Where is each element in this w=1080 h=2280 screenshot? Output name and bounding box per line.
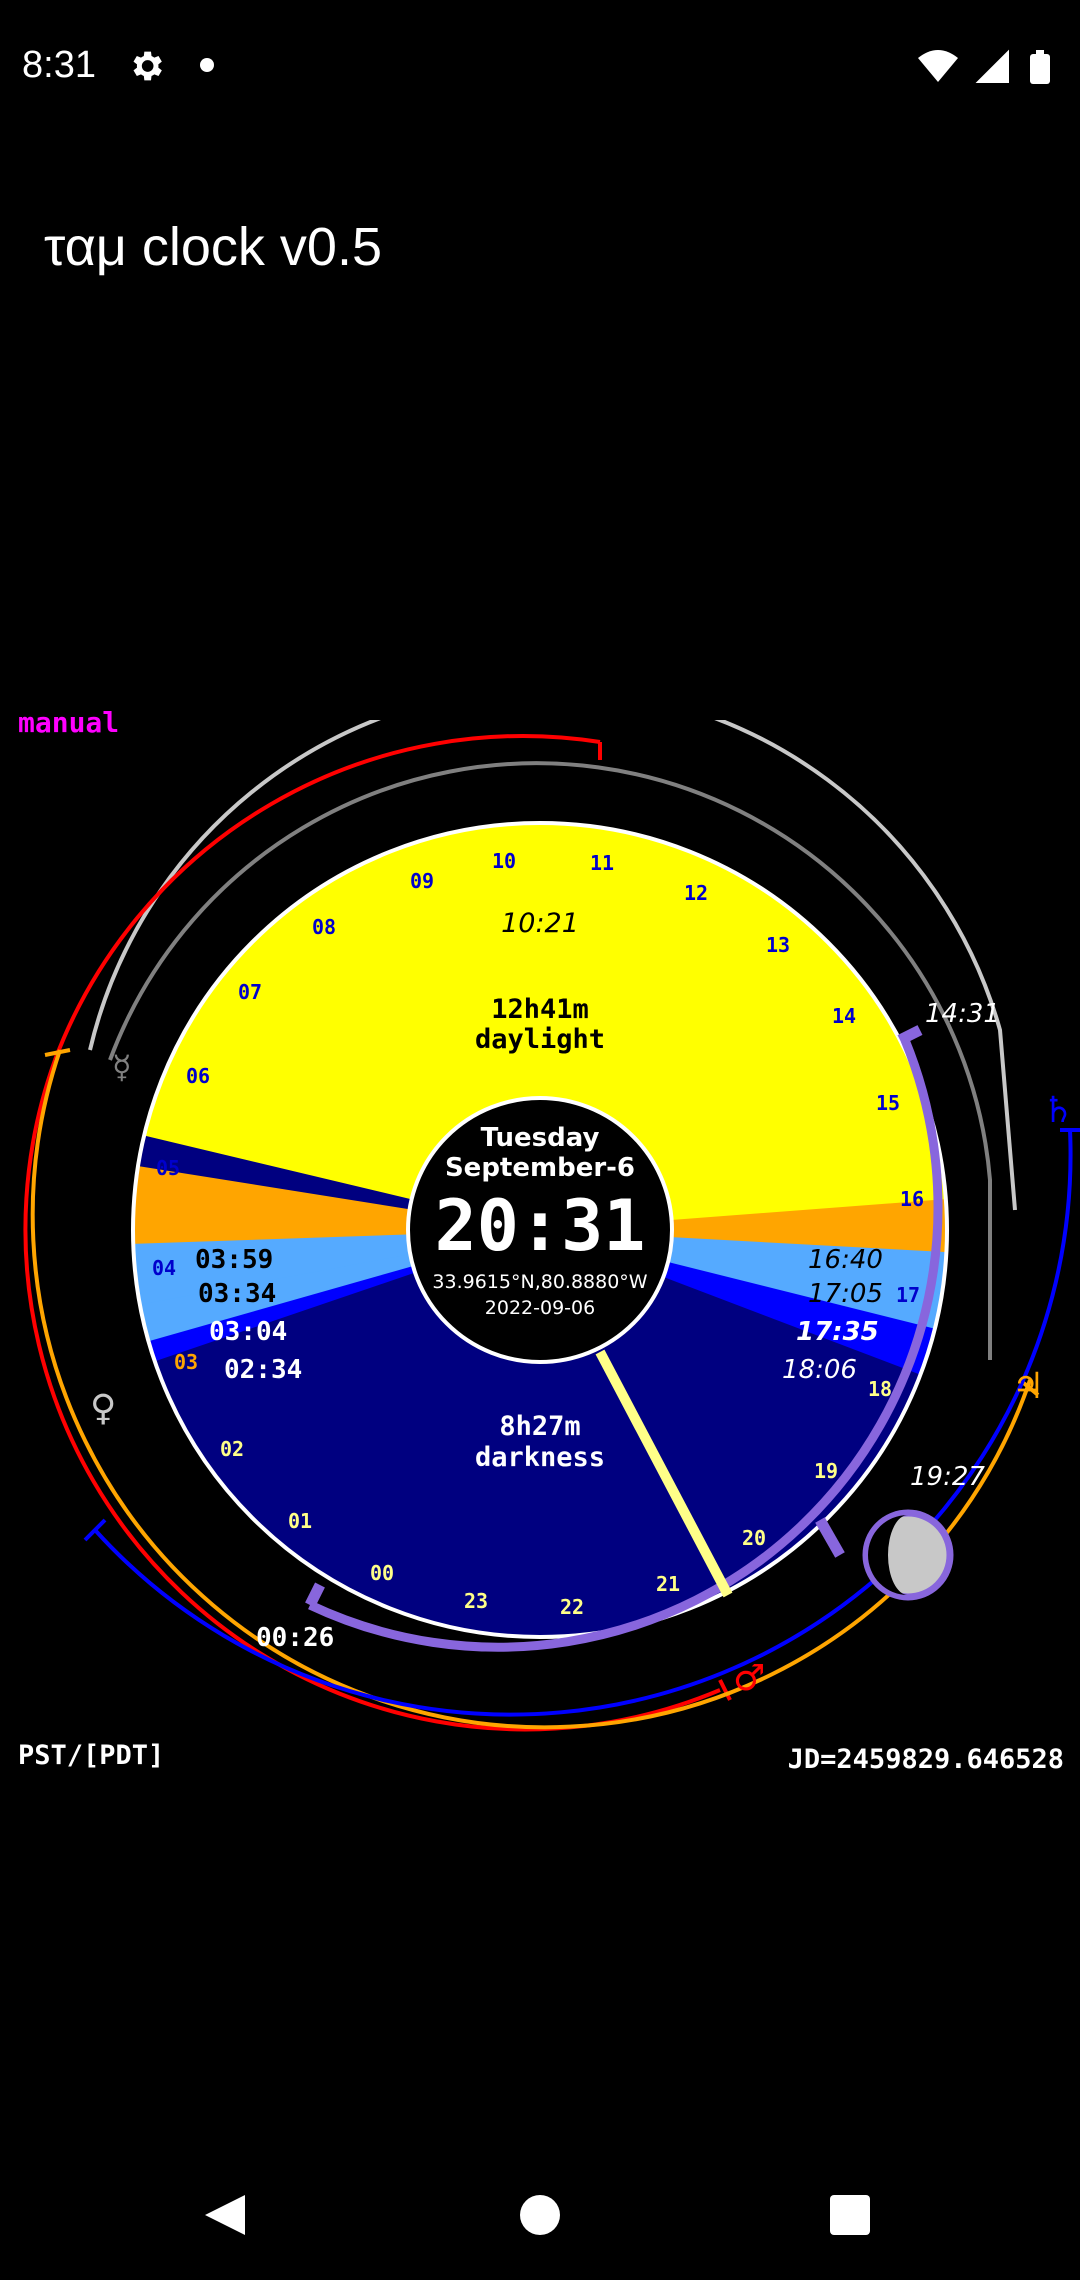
moon-icon[interactable] xyxy=(862,1509,954,1601)
home-icon[interactable] xyxy=(520,2195,560,2235)
moon-event-time: 00:26 xyxy=(256,1623,334,1653)
solar-noon-time: 10:21 xyxy=(501,908,579,939)
hour-label-00: 00 xyxy=(370,1561,394,1585)
hour-label-12: 12 xyxy=(684,881,708,905)
back-icon[interactable] xyxy=(205,2195,245,2235)
hour-label-10: 10 xyxy=(492,849,516,873)
wifi-icon xyxy=(918,50,958,82)
hour-label-04: 04 xyxy=(152,1256,176,1280)
hour-label-14: 14 xyxy=(832,1004,856,1028)
saturn-icon: ♄ xyxy=(1042,1090,1074,1131)
moonrise-time: 14:31 xyxy=(925,999,1000,1029)
daylight-label: daylight xyxy=(475,1024,605,1055)
battery-icon xyxy=(1030,50,1050,84)
weekday-label: Tuesday xyxy=(481,1123,600,1153)
current-time: 20:31 xyxy=(435,1185,646,1267)
mars-icon: ♂ xyxy=(733,1658,765,1699)
mercury-icon: ☿ xyxy=(112,1048,132,1086)
hour-label-16: 16 xyxy=(900,1187,924,1211)
navigation-bar xyxy=(205,2195,870,2235)
hour-label-06: 06 xyxy=(186,1064,210,1088)
status-bar: 8:31 xyxy=(0,0,1080,135)
notification-dot-icon xyxy=(200,58,214,72)
hour-label-13: 13 xyxy=(766,933,790,957)
jupiter-icon: ♃ xyxy=(1012,1366,1044,1407)
clock-face[interactable]: 09 10 11 12 13 14 15 16 17 18 19 20 21 2… xyxy=(0,720,1080,1810)
hour-label-01: 01 xyxy=(288,1509,312,1533)
sunset-time: 16:40 xyxy=(808,1245,883,1275)
hour-label-21: 21 xyxy=(656,1572,680,1596)
center-hub: Tuesday September-6 20:31 33.9615°N,80.8… xyxy=(406,1096,674,1364)
nautical-dawn-time: 03:04 xyxy=(209,1317,287,1347)
signal-icon xyxy=(975,49,1009,83)
daylight-duration: 12h41m xyxy=(491,994,589,1025)
iso-date: 2022-09-06 xyxy=(485,1297,595,1319)
hour-label-02: 02 xyxy=(220,1437,244,1461)
hour-label-07: 07 xyxy=(238,980,262,1004)
hour-label-22: 22 xyxy=(560,1595,584,1619)
coordinates: 33.9615°N,80.8880°W xyxy=(432,1271,647,1293)
status-indicators xyxy=(918,49,1050,84)
hour-label-09: 09 xyxy=(410,869,434,893)
astro-dawn-time: 02:34 xyxy=(224,1355,302,1385)
darkness-label: darkness xyxy=(475,1442,605,1473)
astro-dusk-time: 18:06 xyxy=(782,1355,857,1385)
venus-icon: ♀ xyxy=(90,1388,116,1429)
hour-label-08: 08 xyxy=(312,915,336,939)
civil-dawn-time: 03:34 xyxy=(198,1279,276,1309)
hour-label-17: 17 xyxy=(896,1283,920,1307)
status-time: 8:31 xyxy=(22,44,96,86)
hour-label-15: 15 xyxy=(876,1091,900,1115)
darkness-duration: 8h27m xyxy=(499,1411,580,1442)
hour-label-23: 23 xyxy=(464,1589,488,1613)
hour-label-11: 11 xyxy=(590,851,614,875)
hour-label-19: 19 xyxy=(814,1459,838,1483)
hour-label-20: 20 xyxy=(742,1526,766,1550)
recents-icon[interactable] xyxy=(830,2195,870,2235)
moonset-time: 19:27 xyxy=(910,1462,985,1492)
app-title: ταμ clock v0.5 xyxy=(44,217,383,277)
hour-label-18: 18 xyxy=(868,1377,892,1401)
hour-label-03: 03 xyxy=(174,1350,198,1374)
date-label: September-6 xyxy=(445,1153,635,1183)
sunrise-time: 03:59 xyxy=(195,1245,273,1275)
hour-label-05: 05 xyxy=(156,1156,180,1180)
civil-dusk-time: 17:05 xyxy=(808,1279,883,1309)
nautical-dusk-time: 17:35 xyxy=(796,1317,879,1347)
gear-icon xyxy=(133,51,162,81)
